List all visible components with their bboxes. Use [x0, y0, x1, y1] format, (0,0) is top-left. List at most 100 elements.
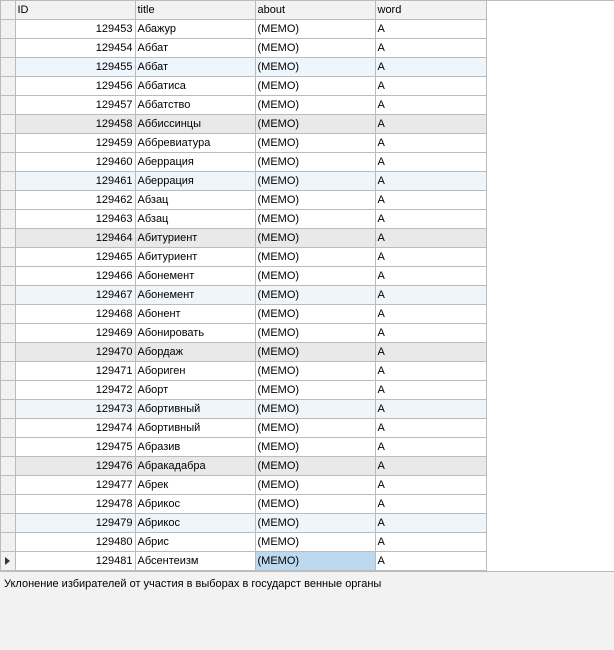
cell-about[interactable]: (MEMO): [255, 476, 375, 495]
cell-word[interactable]: А: [375, 39, 486, 58]
row-header[interactable]: [1, 153, 15, 172]
cell-about[interactable]: (MEMO): [255, 191, 375, 210]
cell-id[interactable]: 129480: [15, 533, 135, 552]
table-row[interactable]: 129472Аборт(MEMO)А: [1, 381, 486, 400]
row-header[interactable]: [1, 96, 15, 115]
table-row[interactable]: 129476Абракадабра(MEMO)А: [1, 457, 486, 476]
cell-about[interactable]: (MEMO): [255, 134, 375, 153]
cell-title[interactable]: Аббиссинцы: [135, 115, 255, 134]
row-header[interactable]: [1, 134, 15, 153]
cell-title[interactable]: Абракадабра: [135, 457, 255, 476]
cell-word[interactable]: А: [375, 381, 486, 400]
cell-word[interactable]: А: [375, 343, 486, 362]
cell-id[interactable]: 129464: [15, 229, 135, 248]
cell-word[interactable]: А: [375, 495, 486, 514]
cell-about[interactable]: (MEMO): [255, 514, 375, 533]
cell-id[interactable]: 129473: [15, 400, 135, 419]
cell-id[interactable]: 129455: [15, 58, 135, 77]
cell-id[interactable]: 129456: [15, 77, 135, 96]
cell-word[interactable]: А: [375, 533, 486, 552]
cell-about[interactable]: (MEMO): [255, 533, 375, 552]
row-header[interactable]: [1, 248, 15, 267]
cell-title[interactable]: Абонемент: [135, 286, 255, 305]
table-row[interactable]: 129463Абзац(MEMO)А: [1, 210, 486, 229]
row-header-corner[interactable]: [1, 1, 15, 20]
table-row[interactable]: 129478Абрикос(MEMO)А: [1, 495, 486, 514]
row-header[interactable]: [1, 495, 15, 514]
cell-word[interactable]: А: [375, 514, 486, 533]
cell-word[interactable]: А: [375, 210, 486, 229]
row-header[interactable]: [1, 305, 15, 324]
cell-title[interactable]: Аббат: [135, 58, 255, 77]
cell-id[interactable]: 129467: [15, 286, 135, 305]
cell-about[interactable]: (MEMO): [255, 381, 375, 400]
cell-about[interactable]: (MEMO): [255, 324, 375, 343]
cell-word[interactable]: А: [375, 400, 486, 419]
cell-about[interactable]: (MEMO): [255, 248, 375, 267]
table-row[interactable]: 129473Абортивный(MEMO)А: [1, 400, 486, 419]
cell-word[interactable]: А: [375, 153, 486, 172]
cell-about[interactable]: (MEMO): [255, 210, 375, 229]
cell-title[interactable]: Аборт: [135, 381, 255, 400]
cell-title[interactable]: Абортивный: [135, 400, 255, 419]
table-row[interactable]: 129467Абонемент(MEMO)А: [1, 286, 486, 305]
cell-about[interactable]: (MEMO): [255, 362, 375, 381]
cell-word[interactable]: А: [375, 476, 486, 495]
cell-title[interactable]: Абажур: [135, 20, 255, 39]
cell-title[interactable]: Абордаж: [135, 343, 255, 362]
cell-id[interactable]: 129472: [15, 381, 135, 400]
row-header[interactable]: [1, 362, 15, 381]
row-header[interactable]: [1, 172, 15, 191]
cell-id[interactable]: 129478: [15, 495, 135, 514]
cell-word[interactable]: А: [375, 267, 486, 286]
cell-title[interactable]: Абзац: [135, 191, 255, 210]
row-header[interactable]: [1, 229, 15, 248]
cell-about[interactable]: (MEMO): [255, 552, 375, 571]
table-row[interactable]: 129480Абрис(MEMO)А: [1, 533, 486, 552]
cell-title[interactable]: Абитуриент: [135, 229, 255, 248]
cell-word[interactable]: А: [375, 96, 486, 115]
table-row[interactable]: 129468Абонент(MEMO)А: [1, 305, 486, 324]
cell-title[interactable]: Абрикос: [135, 495, 255, 514]
row-header[interactable]: [1, 457, 15, 476]
table-row[interactable]: 129464Абитуриент(MEMO)А: [1, 229, 486, 248]
cell-word[interactable]: А: [375, 191, 486, 210]
cell-about[interactable]: (MEMO): [255, 400, 375, 419]
col-header-word[interactable]: word: [375, 1, 486, 20]
table-row[interactable]: 129460Аберрация(MEMO)А: [1, 153, 486, 172]
table-row[interactable]: 129455Аббат(MEMO)А: [1, 58, 486, 77]
cell-title[interactable]: Аббревиатура: [135, 134, 255, 153]
cell-title[interactable]: Абрис: [135, 533, 255, 552]
cell-title[interactable]: Абориген: [135, 362, 255, 381]
cell-about[interactable]: (MEMO): [255, 39, 375, 58]
row-header[interactable]: [1, 514, 15, 533]
table-row[interactable]: 129462Абзац(MEMO)А: [1, 191, 486, 210]
cell-about[interactable]: (MEMO): [255, 96, 375, 115]
cell-title[interactable]: Абонировать: [135, 324, 255, 343]
cell-word[interactable]: А: [375, 362, 486, 381]
row-header[interactable]: [1, 324, 15, 343]
row-header[interactable]: [1, 58, 15, 77]
row-header[interactable]: [1, 552, 15, 571]
cell-id[interactable]: 129476: [15, 457, 135, 476]
cell-word[interactable]: А: [375, 115, 486, 134]
cell-id[interactable]: 129468: [15, 305, 135, 324]
cell-word[interactable]: А: [375, 172, 486, 191]
row-header[interactable]: [1, 343, 15, 362]
row-header[interactable]: [1, 419, 15, 438]
cell-about[interactable]: (MEMO): [255, 495, 375, 514]
cell-id[interactable]: 129469: [15, 324, 135, 343]
cell-about[interactable]: (MEMO): [255, 115, 375, 134]
cell-about[interactable]: (MEMO): [255, 457, 375, 476]
table-row[interactable]: 129475Абразив(MEMO)А: [1, 438, 486, 457]
cell-title[interactable]: Абсентеизм: [135, 552, 255, 571]
cell-about[interactable]: (MEMO): [255, 267, 375, 286]
cell-word[interactable]: А: [375, 286, 486, 305]
row-header[interactable]: [1, 476, 15, 495]
cell-title[interactable]: Аберрация: [135, 153, 255, 172]
cell-word[interactable]: А: [375, 438, 486, 457]
cell-title[interactable]: Аберрация: [135, 172, 255, 191]
cell-word[interactable]: А: [375, 457, 486, 476]
cell-word[interactable]: А: [375, 134, 486, 153]
cell-id[interactable]: 129454: [15, 39, 135, 58]
